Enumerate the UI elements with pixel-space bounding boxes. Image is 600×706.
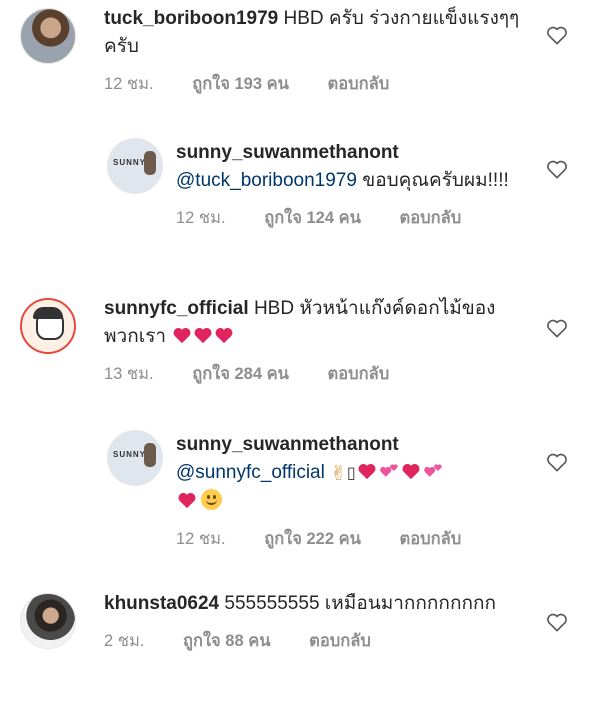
avatar-label: SUNNY (113, 158, 147, 167)
like-heart-icon[interactable] (546, 25, 568, 45)
reply-button[interactable]: ตอบกลับ (400, 209, 462, 227)
comment-meta: 13 ชม. ถูกใจ 284 คน ตอบกลับ (104, 361, 528, 387)
two-hearts-icon (422, 462, 444, 480)
like-heart-icon[interactable] (546, 318, 568, 338)
comment-likes[interactable]: ถูกใจ 124 คน (264, 209, 361, 227)
smiling-face-icon (201, 489, 222, 510)
like-heart-icon[interactable] (546, 159, 568, 179)
comment-text: 555555555 เหมือนมากกกกกกกก (224, 593, 496, 614)
comment-likes[interactable]: ถูกใจ 284 คน (192, 365, 289, 383)
mention-link[interactable]: @sunnyfc_official (176, 462, 325, 483)
two-hearts-icon (378, 462, 400, 480)
comment-body: sunny_suwanmethanont @sunnyfc_official ✌… (176, 431, 528, 552)
comment-time: 13 ชม. (104, 365, 154, 383)
red-heart-icon (357, 462, 377, 480)
comment-body: sunnyfc_official HBD หัวหน้าแก๊งค์ดอกไม้… (104, 295, 528, 387)
avatar[interactable] (20, 593, 76, 649)
comment-time: 12 ชม. (104, 75, 154, 93)
comment-time: 12 ชม. (176, 530, 226, 548)
comment-username[interactable]: sunnyfc_official (104, 298, 249, 319)
comment-meta: 12 ชม. ถูกใจ 124 คน ตอบกลับ (176, 205, 528, 231)
comment-body: khunsta0624 555555555 เหมือนมากกกกกกกก 2… (104, 590, 528, 654)
red-heart-icon (177, 491, 197, 509)
avatar[interactable]: SUNNY (107, 430, 163, 486)
avatar[interactable] (20, 298, 76, 354)
comments-list: tuck_boriboon1979 HBD ครับ ร่วงกายแข็งแร… (0, 0, 600, 706)
comment-likes[interactable]: ถูกใจ 88 คน (183, 632, 271, 650)
comment-time: 12 ชม. (176, 209, 226, 227)
red-heart-icon (193, 326, 213, 344)
comment-body: tuck_boriboon1979 HBD ครับ ร่วงกายแข็งแร… (104, 5, 528, 97)
reply-button[interactable]: ตอบกลับ (328, 75, 390, 93)
comment-meta: 12 ชม. ถูกใจ 222 คน ตอบกลับ (176, 526, 528, 552)
reply-button[interactable]: ตอบกลับ (309, 632, 371, 650)
mention-link[interactable]: @tuck_boriboon1979 (176, 170, 357, 191)
reply-button[interactable]: ตอบกลับ (328, 365, 390, 383)
comment-likes[interactable]: ถูกใจ 222 คน (264, 530, 361, 548)
red-heart-icon (401, 462, 421, 480)
comment-username[interactable]: tuck_boriboon1979 (104, 8, 278, 29)
comment-meta: 2 ชม. ถูกใจ 88 คน ตอบกลับ (104, 628, 528, 654)
avatar-label: SUNNY (113, 450, 147, 459)
comment-likes[interactable]: ถูกใจ 193 คน (192, 75, 289, 93)
avatar[interactable] (20, 8, 76, 64)
comment-time: 2 ชม. (104, 632, 145, 650)
reply-button[interactable]: ตอบกลับ (400, 530, 462, 548)
comment-username[interactable]: sunny_suwanmethanont (176, 142, 399, 163)
victory-hand-icon: ✌ (330, 463, 347, 485)
red-heart-icon (214, 326, 234, 344)
avatar[interactable]: SUNNY (107, 138, 163, 194)
like-heart-icon[interactable] (546, 452, 568, 472)
like-heart-icon[interactable] (546, 612, 568, 632)
comment-username[interactable]: khunsta0624 (104, 593, 219, 614)
comment-username[interactable]: sunny_suwanmethanont (176, 434, 399, 455)
red-heart-icon (172, 326, 192, 344)
comment-meta: 12 ชม. ถูกใจ 193 คน ตอบกลับ (104, 71, 528, 97)
comment-text: ขอบคุณครับผม!!!! (362, 170, 509, 191)
comment-body: sunny_suwanmethanont @tuck_boriboon1979 … (176, 139, 528, 231)
missing-glyph: ▯ (346, 465, 356, 482)
